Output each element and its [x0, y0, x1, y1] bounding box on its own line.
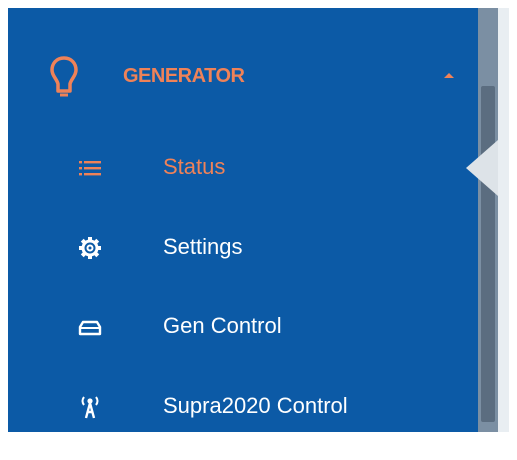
antenna-icon — [78, 395, 102, 419]
gear-icon — [78, 236, 102, 260]
sidebar-item-gen-control[interactable]: Gen Control — [8, 302, 478, 352]
sidebar-item-label: Supra2020 Control — [163, 393, 348, 418]
section-title: GENERATOR — [123, 65, 245, 87]
sidebar-item-status[interactable]: Status — [8, 143, 478, 193]
sidebar-item-label: Gen Control — [163, 313, 282, 338]
generator-icon — [78, 315, 102, 339]
scrollbar-thumb[interactable] — [481, 86, 495, 422]
chevron-up-icon[interactable] — [444, 73, 454, 78]
sidebar-item-label: Status — [163, 154, 226, 179]
sidebar-section-generator[interactable]: GENERATOR — [8, 50, 478, 104]
scrollbar[interactable] — [478, 8, 498, 432]
active-item-pointer — [466, 140, 498, 196]
content-edge — [498, 8, 509, 432]
lightbulb-icon — [49, 50, 79, 102]
sidebar-item-label: Settings — [163, 234, 243, 259]
list-icon — [78, 156, 102, 180]
sidebar-item-settings[interactable]: Settings — [8, 223, 478, 273]
sidebar-item-supra2020-control[interactable]: Supra2020 Control — [8, 382, 478, 432]
